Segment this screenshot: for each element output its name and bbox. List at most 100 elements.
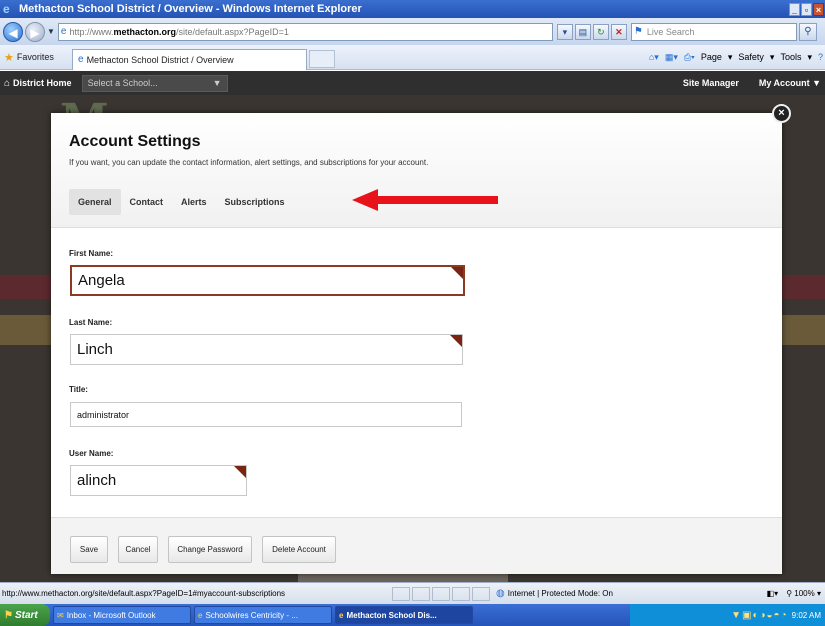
window-titlebar: e Methacton School District / Overview -… [0, 0, 825, 18]
page-menu-chevron-icon: ▾ [727, 51, 733, 62]
refresh-button[interactable]: ↻ [592, 23, 609, 40]
safety-menu[interactable]: Safety [738, 52, 764, 62]
home-icon[interactable]: ⌂▾ [649, 52, 659, 63]
start-button[interactable]: ⚑ Start [0, 604, 50, 626]
safety-menu-chevron-icon: ▾ [769, 51, 775, 62]
task-label: Methacton School Dis... [346, 610, 437, 620]
close-icon: × [778, 107, 785, 119]
new-tab-button[interactable] [309, 50, 335, 68]
url-suffix: /site/default.aspx?PageID=1 [176, 26, 289, 37]
dialog-footer: Save Cancel Change Password Delete Accou… [51, 517, 782, 574]
window-controls: _ ▫ × [789, 2, 824, 16]
zoom-button[interactable]: ⚲ 100% ▾ [786, 589, 821, 598]
security-zone[interactable]: ◍ Internet | Protected Mode: On [496, 588, 674, 599]
task-label: Inbox - Microsoft Outlook [66, 610, 156, 620]
tab-contact[interactable]: Contact [121, 189, 173, 215]
required-marker-icon [450, 335, 462, 347]
required-marker-icon [234, 466, 246, 478]
dialog-header: Account Settings If you want, you can up… [51, 113, 782, 228]
school-select-chevron-icon: ▼ [212, 78, 222, 88]
ie-logo-icon: e [3, 1, 10, 16]
window-title: Methacton School District / Overview - W… [19, 3, 362, 15]
magnifier-icon: ⚲ [804, 25, 812, 37]
protected-mode-icon[interactable]: ◧▾ [767, 589, 779, 598]
title-label: Title: [69, 385, 88, 394]
status-url: http://www.methacton.org/site/default.as… [2, 589, 286, 598]
change-password-button[interactable]: Change Password [168, 536, 252, 563]
school-select[interactable]: Select a School... ▼ [81, 74, 228, 92]
status-cells [392, 586, 490, 601]
feeds-icon[interactable]: ▦▾ [665, 52, 678, 63]
ie-task-icon: e [339, 610, 344, 620]
search-input[interactable]: ⚑ Live Search [630, 22, 797, 41]
taskbar-item-schoolwires[interactable]: e Schoolwires Centricity - ... [194, 606, 332, 624]
tab-title: Methacton School District / Overview [86, 54, 234, 65]
title-field[interactable]: administrator [70, 402, 462, 427]
print-icon[interactable]: ⎙▾ [684, 52, 695, 63]
status-cell [472, 586, 490, 601]
my-account-label: My Account [758, 78, 810, 88]
school-select-value: Select a School... [87, 78, 158, 88]
ie-task-icon: e [198, 610, 203, 620]
url-domain: methacton.org [113, 26, 177, 37]
taskbar-item-methacton[interactable]: e Methacton School Dis... [335, 606, 473, 624]
save-button[interactable]: Save [70, 536, 108, 563]
status-cell [392, 586, 410, 601]
back-arrow-icon: ◀ [8, 25, 18, 40]
minimize-button[interactable]: _ [789, 2, 800, 16]
forward-button[interactable]: ▶ [25, 21, 45, 42]
tab-subscriptions[interactable]: Subscriptions [216, 189, 294, 215]
site-nav: ⌂ District Home Select a School... ▼ Sit… [0, 71, 825, 95]
clock: 9:02 AM [791, 610, 821, 620]
tools-menu-chevron-icon: ▾ [807, 51, 812, 62]
last-name-label: Last Name: [69, 318, 113, 327]
close-window-button[interactable]: × [813, 2, 824, 16]
tab-alerts[interactable]: Alerts [172, 189, 216, 215]
cancel-button[interactable]: Cancel [118, 536, 158, 563]
district-home-link[interactable]: District Home [13, 78, 72, 88]
dialog-title: Account Settings [69, 133, 201, 150]
my-account-chevron-icon: ▼ [812, 78, 821, 88]
zoom-magnifier-icon: ⚲ [786, 589, 793, 598]
site-nav-right: Site Manager My Account ▼ [683, 78, 825, 88]
history-dropdown-icon[interactable]: ▼ [47, 27, 55, 36]
status-cell [452, 586, 470, 601]
favorites-bar: ★ Favorites e Methacton School District … [0, 45, 825, 70]
compatibility-view-button[interactable]: ▤ [574, 23, 591, 40]
tools-menu[interactable]: Tools [780, 52, 801, 62]
close-dialog-button[interactable]: × [772, 104, 791, 123]
help-icon[interactable]: ? [818, 52, 823, 62]
taskbar-item-outlook[interactable]: ✉ Inbox - Microsoft Outlook [53, 606, 191, 624]
tab-favicon-icon: e [78, 54, 84, 65]
stop-button[interactable]: ✕ [610, 23, 627, 40]
address-dropdown-button[interactable]: ▾ [556, 23, 573, 40]
browser-tab[interactable]: e Methacton School District / Overview [72, 48, 307, 70]
address-input[interactable]: e http://www. methacton.org/site/default.… [57, 22, 553, 41]
maximize-button[interactable]: ▫ [801, 2, 812, 16]
start-label: Start [14, 609, 38, 621]
status-cell [432, 586, 450, 601]
zoom-level: 100% [794, 589, 815, 598]
required-marker-icon [451, 267, 463, 279]
tray-icons[interactable]: ▼▣◐◑◒◓◔ [731, 610, 788, 621]
last-name-field[interactable]: Linch [70, 334, 463, 365]
my-account-menu[interactable]: My Account ▼ [759, 78, 821, 88]
delete-account-button[interactable]: Delete Account [262, 536, 336, 563]
tab-general[interactable]: General [69, 189, 121, 215]
last-name-value: Linch [77, 341, 113, 358]
username-value: alinch [77, 472, 117, 489]
first-name-field[interactable]: Angela [70, 265, 465, 296]
username-field[interactable]: alinch [70, 465, 247, 496]
address-toolbar: ◀ ▶ ▼ e http://www. methacton.org/site/de… [0, 18, 825, 45]
search-button[interactable]: ⚲ [798, 22, 817, 41]
favorites-button[interactable]: ★ Favorites [0, 51, 72, 64]
windows-flag-icon: ⚑ [4, 609, 13, 621]
page-menu[interactable]: Page [701, 52, 722, 62]
search-placeholder: Live Search [646, 26, 695, 37]
site-manager-link[interactable]: Site Manager [683, 78, 739, 88]
annotation-arrow-icon [352, 189, 498, 211]
command-bar: ⌂▾ ▦▾ ⎙▾ Page ▾ Safety ▾ Tools ▾ ? [649, 52, 825, 63]
title-value: administrator [77, 409, 130, 420]
back-button[interactable]: ◀ [3, 21, 23, 42]
page-favicon-icon: e [60, 26, 67, 37]
